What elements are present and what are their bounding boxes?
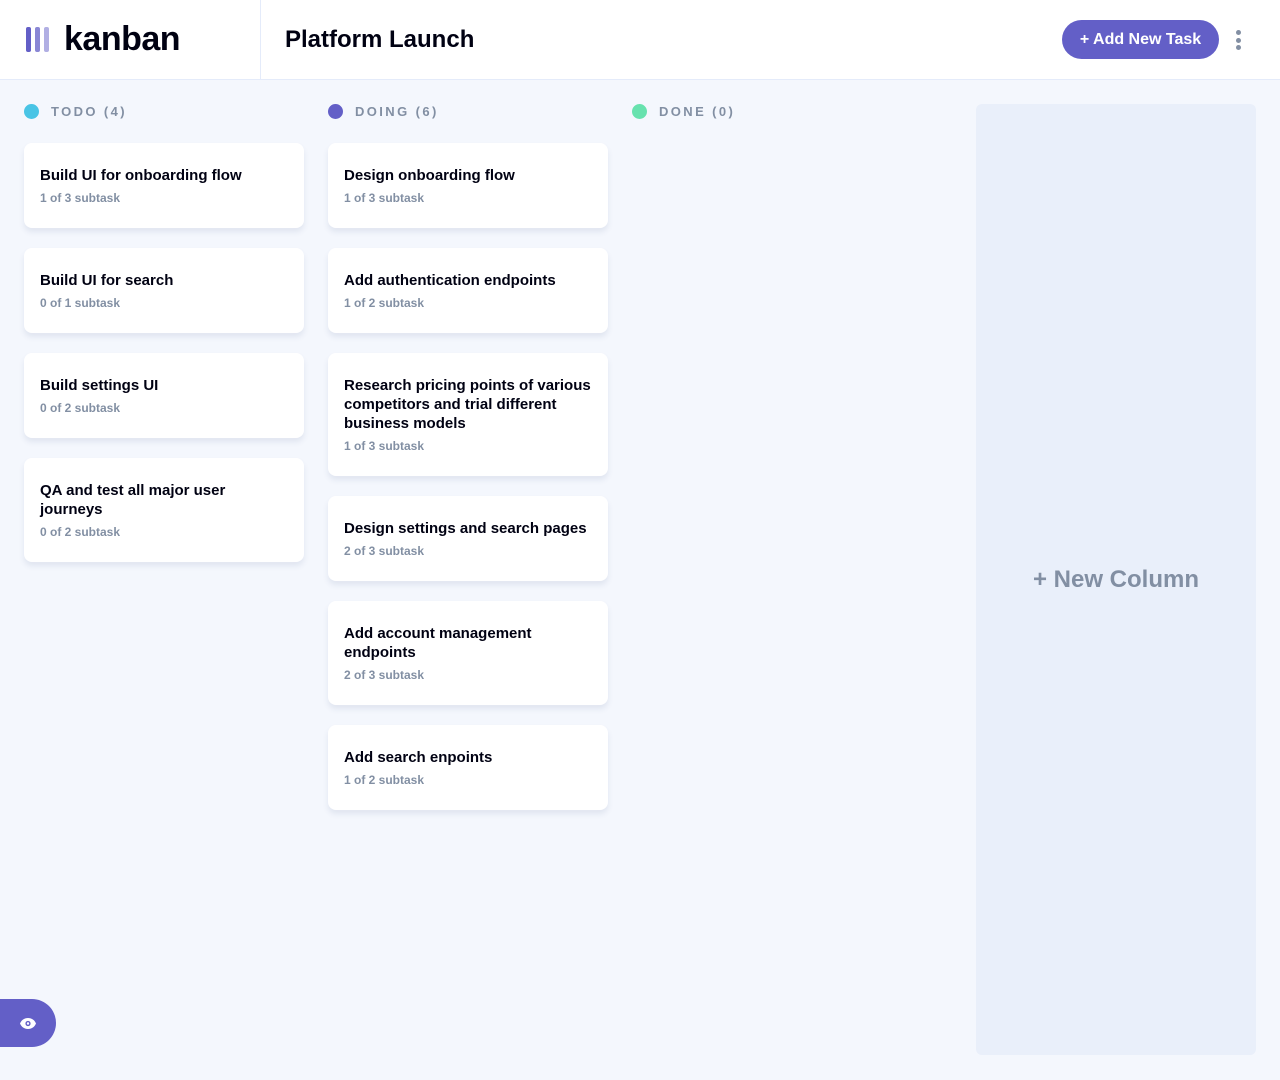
task-subtask-count: 1 of 3 subtask <box>344 191 425 205</box>
vertical-ellipsis-icon[interactable] <box>1229 28 1247 52</box>
task-title: QA and test all major user journeys <box>40 482 226 518</box>
logo: kanban <box>0 0 261 80</box>
column-header: DOING (6) <box>328 100 608 122</box>
column-title: DOING (6) <box>355 103 439 119</box>
task-title: Design settings and search pages <box>344 520 587 537</box>
eye-icon <box>20 1017 36 1029</box>
task-subtask-count: 1 of 3 subtask <box>40 191 121 205</box>
task-card[interactable]: Design onboarding flow 1 of 3 subtask <box>328 143 608 228</box>
task-card[interactable]: Add search enpoints 1 of 2 subtask <box>328 725 608 810</box>
task-card[interactable]: Build UI for search 0 of 1 subtask <box>24 248 304 333</box>
task-card[interactable]: Build settings UI 0 of 2 subtask <box>24 353 304 438</box>
task-card[interactable]: Add account management endpoints 2 of 3 … <box>328 601 608 705</box>
new-column-button[interactable]: + New Column <box>976 104 1256 1055</box>
column-doing: DOING (6) Design onboarding flow 1 of 3 … <box>328 100 608 810</box>
column-header: TODO (4) <box>24 100 304 122</box>
column-title: DONE (0) <box>659 103 736 119</box>
task-card[interactable]: Add authentication endpoints 1 of 2 subt… <box>328 248 608 333</box>
task-title: Design onboarding flow <box>344 167 515 184</box>
task-title: Add search enpoints <box>344 749 493 766</box>
column-title: TODO (4) <box>51 103 128 119</box>
new-column-label: + New Column <box>1032 565 1200 593</box>
task-card[interactable]: Build UI for onboarding flow 1 of 3 subt… <box>24 143 304 228</box>
task-list: Design onboarding flow 1 of 3 subtask Ad… <box>328 143 608 810</box>
task-list: Build UI for onboarding flow 1 of 3 subt… <box>24 143 304 562</box>
app-header: kanban Platform Launch + Add New Task <box>0 0 1280 80</box>
task-title: Build UI for search <box>40 272 174 289</box>
show-sidebar-button[interactable] <box>0 999 56 1047</box>
column-header: DONE (0) <box>632 100 912 122</box>
task-title: Research pricing points of various compe… <box>344 377 591 432</box>
column-status-dot <box>632 103 647 119</box>
task-subtask-count: 2 of 3 subtask <box>344 668 425 682</box>
task-title: Add authentication endpoints <box>344 272 556 289</box>
kanban-logo-icon <box>26 27 49 52</box>
task-card[interactable]: QA and test all major user journeys 0 of… <box>24 458 304 562</box>
task-title: Build settings UI <box>40 377 159 394</box>
task-title: Add account management endpoints <box>344 625 532 661</box>
task-subtask-count: 0 of 2 subtask <box>40 401 121 415</box>
task-subtask-count: 2 of 3 subtask <box>344 544 425 558</box>
column-done: DONE (0) <box>632 100 912 122</box>
page-title: Platform Launch <box>285 25 475 53</box>
task-subtask-count: 1 of 3 subtask <box>344 439 425 453</box>
task-title: Build UI for onboarding flow <box>40 167 242 184</box>
task-subtask-count: 1 of 2 subtask <box>344 296 425 310</box>
task-subtask-count: 0 of 2 subtask <box>40 525 121 539</box>
task-subtask-count: 0 of 1 subtask <box>40 296 121 310</box>
task-subtask-count: 1 of 2 subtask <box>344 773 425 787</box>
task-card[interactable]: Design settings and search pages 2 of 3 … <box>328 496 608 581</box>
task-card[interactable]: Research pricing points of various compe… <box>328 353 608 476</box>
logo-text: kanban <box>64 20 181 58</box>
column-status-dot <box>24 103 39 119</box>
add-new-task-button[interactable]: + Add New Task <box>1062 20 1219 59</box>
column-status-dot <box>328 103 343 119</box>
column-todo: TODO (4) Build UI for onboarding flow 1 … <box>24 100 304 562</box>
